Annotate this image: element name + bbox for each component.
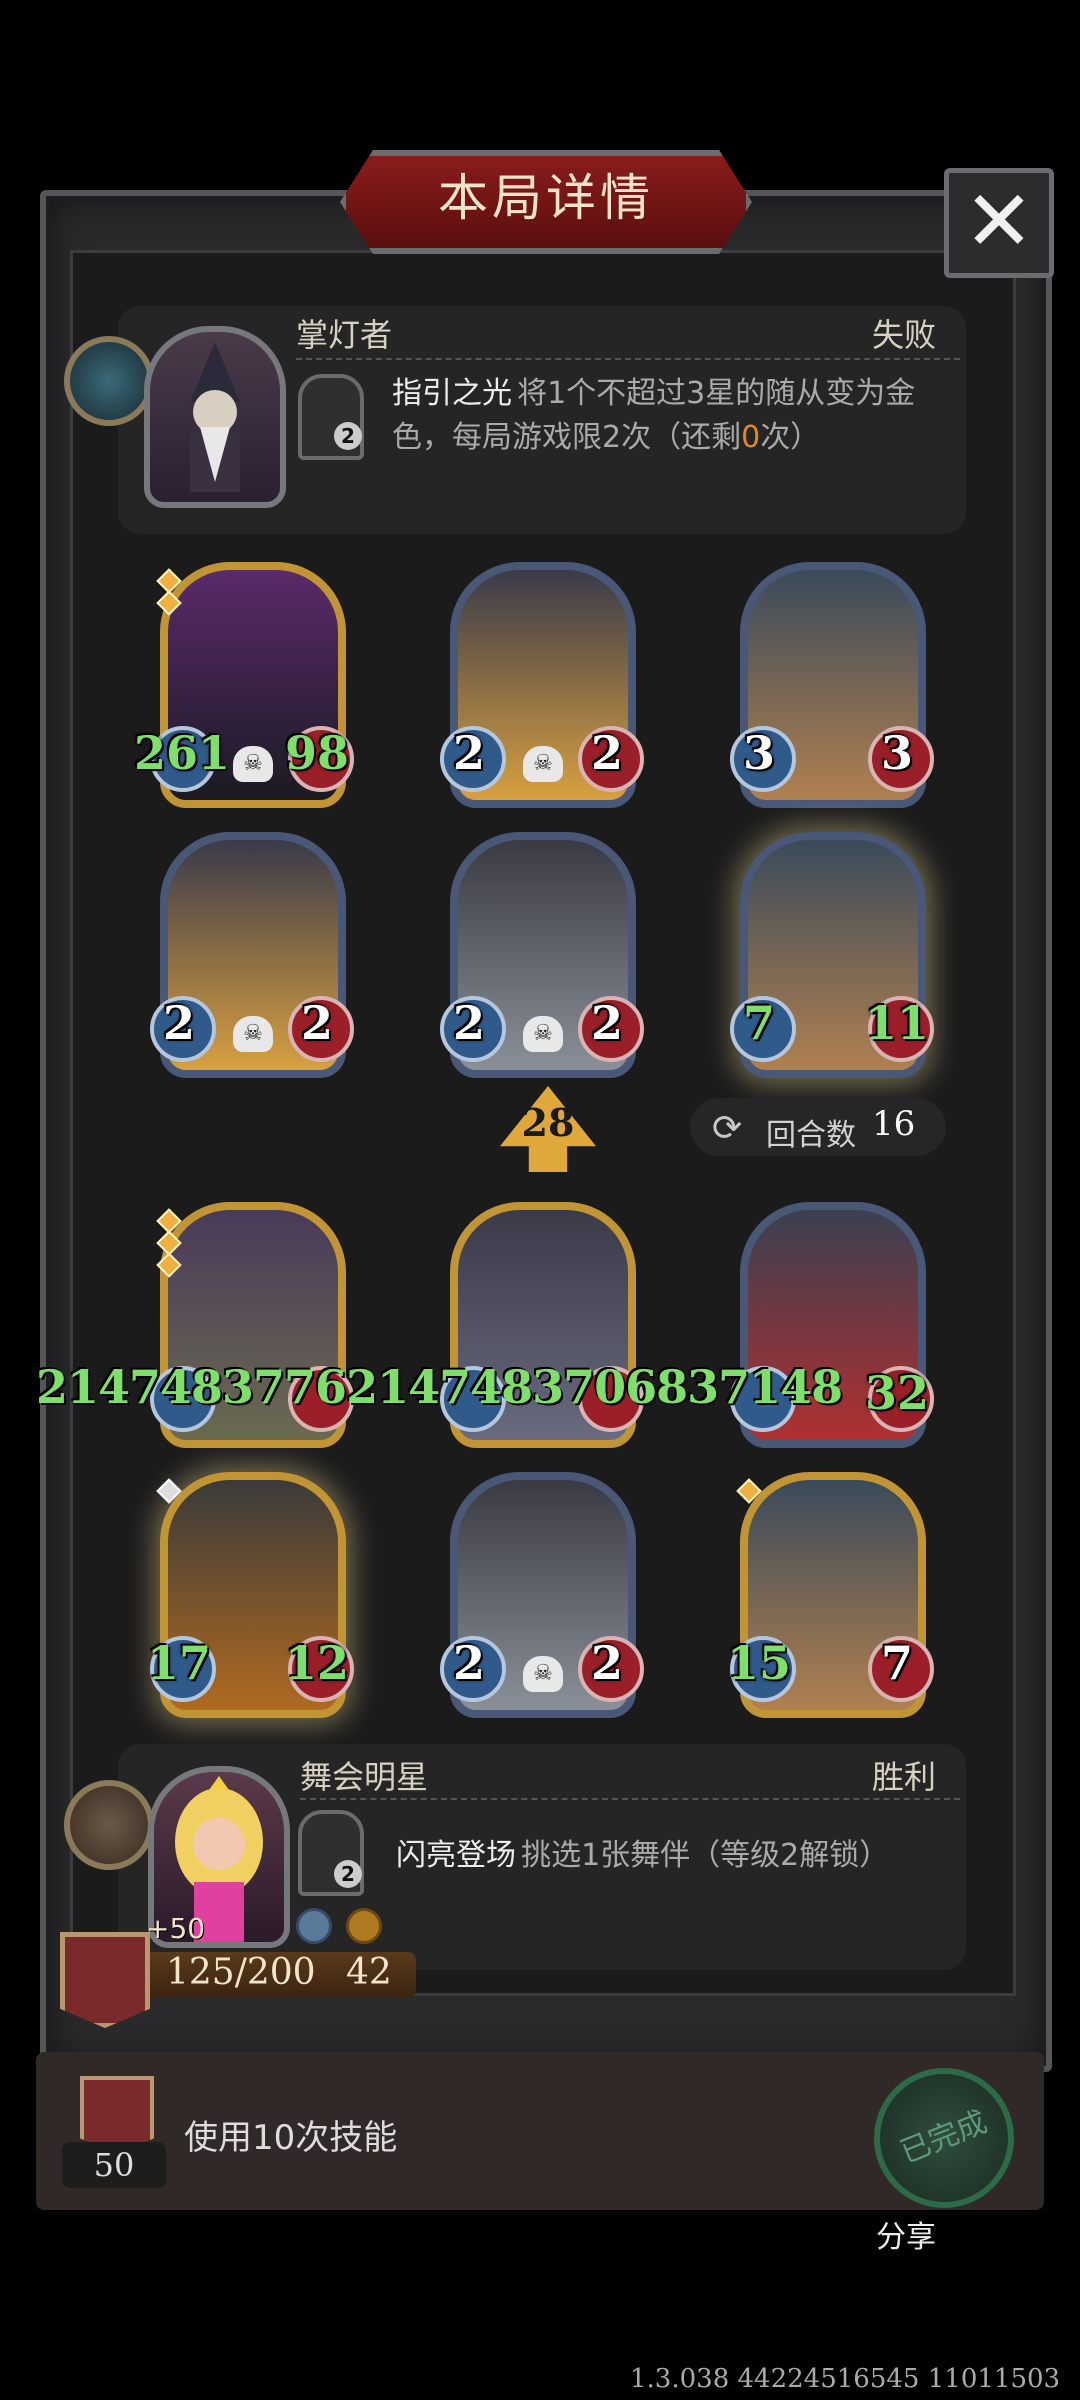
health-value: 11 xyxy=(864,996,929,1050)
coin-count: 42 xyxy=(346,1952,392,1993)
health-value: 2 xyxy=(590,996,623,1050)
share-button[interactable]: 分享 xyxy=(876,2212,936,2256)
pocketwatch-icon xyxy=(64,336,154,426)
page-title: 本局详情 xyxy=(438,169,654,227)
skill-desc: 挑选1张舞伴（等级2解锁） xyxy=(521,1838,890,1873)
separator xyxy=(296,358,960,360)
player-result: 胜利 xyxy=(872,1758,937,1796)
attack-value: 15 xyxy=(726,1636,791,1690)
health-value: 3 xyxy=(880,726,913,780)
health-value: 98 xyxy=(284,726,349,780)
minion-card[interactable]: ☠ 261 98 xyxy=(134,562,354,808)
health-value: 12 xyxy=(284,1636,349,1690)
skill-desc-1: 将1个不超过3星的随从变为金 xyxy=(517,376,916,411)
crossed-swords-icon xyxy=(296,1908,332,1944)
close-button[interactable]: ✕ xyxy=(944,168,1054,278)
skill-level-badge: 2 xyxy=(334,422,362,450)
refresh-icon: ⟳ xyxy=(712,1108,743,1149)
opponent-result: 失败 xyxy=(872,316,937,354)
rank-progress: 125/200 xyxy=(166,1952,316,1993)
skull-icon: ☠ xyxy=(233,746,273,782)
pocketwatch-icon xyxy=(64,1780,154,1870)
player-name: 舞会明星 xyxy=(300,1758,429,1796)
skill-level-badge: 2 xyxy=(334,1860,362,1888)
attack-value: 261 xyxy=(134,726,231,780)
skill-title: 闪亮登场 xyxy=(396,1838,516,1873)
minion-card[interactable]: ☠ 2 2 xyxy=(440,562,644,808)
overflow-stats: 21474837762147483706837148 xyxy=(36,1360,843,1414)
health-value: 2 xyxy=(300,996,333,1050)
lantern-keeper-avatar xyxy=(190,342,240,492)
fist-icon xyxy=(346,1908,382,1944)
separator xyxy=(300,1798,960,1800)
health-value: 7 xyxy=(880,1636,913,1690)
minion-card[interactable]: ☠ 2 2 xyxy=(440,1472,644,1718)
attack-value: 7 xyxy=(742,996,775,1050)
minion-card[interactable]: 15 7 xyxy=(727,1472,934,1718)
skill-desc-2: 色，每局游戏限2次（还剩 xyxy=(392,420,742,455)
attack-value: 2 xyxy=(452,996,485,1050)
skill-desc-3: 次） xyxy=(760,420,821,455)
quest-level: 50 xyxy=(62,2142,166,2188)
minion-card[interactable]: 17 12 xyxy=(147,1472,354,1718)
health-value: 2 xyxy=(590,726,623,780)
minion-card[interactable]: 7 11 xyxy=(730,832,934,1078)
skull-icon: ☠ xyxy=(523,1656,563,1692)
opponent-portrait xyxy=(144,326,286,508)
attack-value: 2 xyxy=(452,1636,485,1690)
health-value: 2 xyxy=(590,1636,623,1690)
quest-text: 使用10次技能 xyxy=(184,2118,398,2158)
opponent-name: 掌灯者 xyxy=(296,316,393,354)
minion-card[interactable]: ☠ 2 2 xyxy=(440,832,644,1078)
skill-title: 指引之光 xyxy=(392,376,512,411)
attack-value: 2 xyxy=(162,996,195,1050)
damage-value: 28 xyxy=(521,1100,575,1145)
health-value: 32 xyxy=(864,1366,929,1420)
skull-icon: ☠ xyxy=(523,1016,563,1052)
crown-rank-icon xyxy=(60,1932,150,2028)
skull-icon: ☠ xyxy=(233,1016,273,1052)
version-text: 1.3.038 44224516545 11011503 xyxy=(630,2364,1061,2394)
turn-label: 回合数 xyxy=(766,1118,856,1153)
attack-value: 3 xyxy=(742,726,775,780)
skill-remaining: 0 xyxy=(741,420,761,455)
turn-value: 16 xyxy=(872,1104,916,1144)
attack-value: 2 xyxy=(452,726,485,780)
minion-card[interactable]: 33 xyxy=(730,562,934,808)
minion-card[interactable]: ☠ 2 2 xyxy=(150,832,354,1078)
opponent-skill-text: 指引之光 将1个不超过3星的随从变为金 色，每局游戏限2次（还剩0次） xyxy=(392,374,932,462)
skull-icon: ☠ xyxy=(523,746,563,782)
player-skill-text: 闪亮登场 挑选1张舞伴（等级2解锁） xyxy=(396,1830,889,1874)
bonus-label: +50 xyxy=(146,1912,206,1945)
attack-value: 17 xyxy=(146,1636,211,1690)
